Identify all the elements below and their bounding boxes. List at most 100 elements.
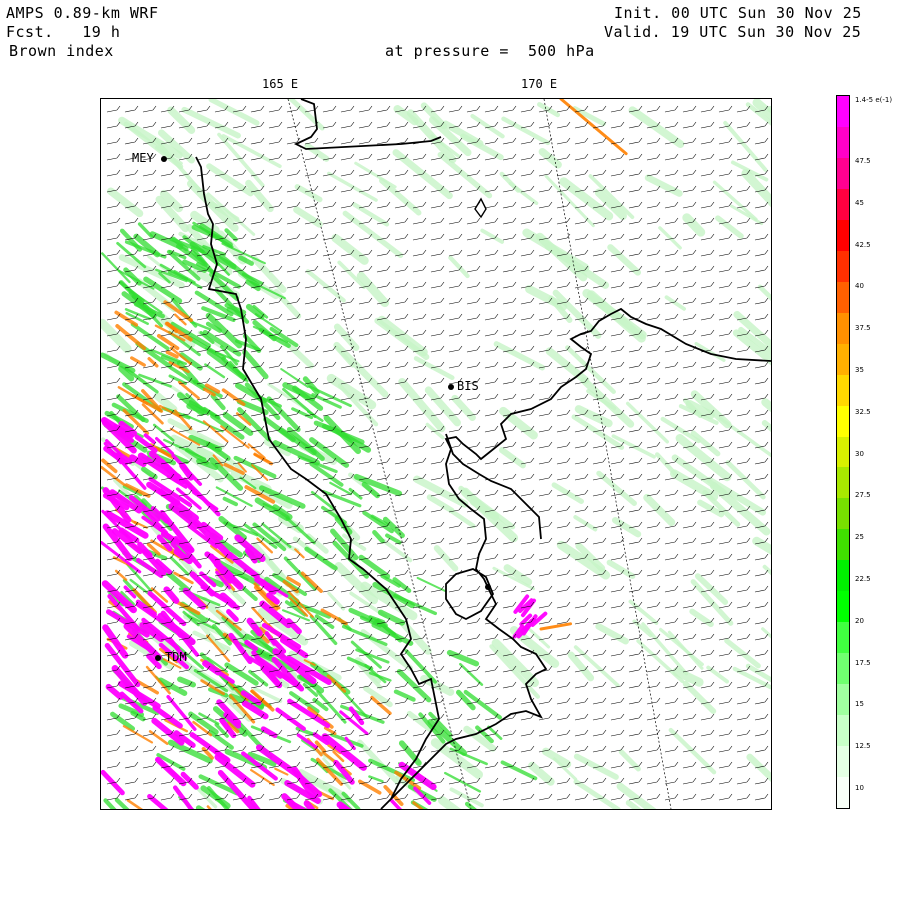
- field-streak: [177, 676, 196, 688]
- wind-barb: [340, 633, 355, 641]
- wind-barb: [700, 633, 715, 641]
- wind-barb: [412, 537, 427, 545]
- wind-barb: [502, 473, 517, 481]
- wind-barb: [628, 777, 643, 785]
- wind-barb: [718, 249, 733, 257]
- wind-barb: [466, 585, 481, 593]
- wind-barb: [484, 329, 499, 337]
- wind-barb: [592, 233, 607, 241]
- field-streak: [544, 242, 610, 289]
- colorbar-tick-label: 35: [855, 366, 864, 374]
- wind-barb: [520, 745, 535, 753]
- wind-barb: [466, 441, 481, 449]
- wind-barb: [556, 169, 571, 177]
- wind-barb: [466, 473, 481, 481]
- wind-barb: [448, 473, 463, 481]
- wind-barb: [664, 681, 679, 689]
- wind-barb: [628, 121, 643, 129]
- wind-barb: [754, 553, 769, 561]
- wind-barb: [736, 409, 751, 417]
- wind-barb: [502, 297, 517, 305]
- wind-barb: [574, 249, 589, 257]
- wind-barb: [502, 201, 517, 209]
- wind-barb: [466, 617, 481, 625]
- wind-barb: [484, 457, 499, 465]
- wind-barb: [430, 665, 445, 673]
- wind-barb: [736, 441, 751, 449]
- wind-barb: [646, 377, 661, 385]
- wind-barb: [646, 265, 661, 273]
- wind-barb: [160, 121, 175, 129]
- wind-barb: [448, 361, 463, 369]
- wind-barb: [430, 521, 445, 529]
- wind-barb: [682, 729, 697, 737]
- wind-barb: [520, 489, 535, 497]
- field-streak: [499, 406, 538, 440]
- wind-barb: [664, 585, 679, 593]
- wind-barb: [700, 793, 715, 801]
- wind-barb: [358, 521, 373, 529]
- field-streak: [331, 233, 369, 265]
- wind-barb: [106, 697, 121, 705]
- colorbar-segment: [837, 281, 849, 314]
- wind-barb: [448, 585, 463, 593]
- wind-barb: [574, 137, 589, 145]
- wind-barb: [466, 457, 481, 465]
- wind-barb: [448, 329, 463, 337]
- field-streak: [163, 586, 180, 604]
- field-streak: [126, 799, 144, 809]
- wind-barb: [106, 121, 121, 129]
- wind-barb: [376, 361, 391, 369]
- wind-barb: [700, 521, 715, 529]
- wind-barb: [214, 185, 229, 193]
- wind-barb: [646, 793, 661, 801]
- wind-barb: [268, 153, 283, 161]
- wind-barb: [682, 105, 697, 113]
- wind-barb: [556, 793, 571, 801]
- wind-barb: [286, 361, 301, 369]
- wind-barb: [412, 425, 427, 433]
- wind-barb: [466, 361, 481, 369]
- wind-barb: [700, 569, 715, 577]
- wind-barb: [628, 281, 643, 289]
- wind-barb: [448, 185, 463, 193]
- wind-barb: [448, 521, 463, 529]
- station-dot-unlabeled: [485, 584, 491, 590]
- wind-barb: [466, 233, 481, 241]
- wind-barb: [682, 521, 697, 529]
- wind-barb: [466, 425, 481, 433]
- wind-barb: [628, 393, 643, 401]
- wind-barb: [682, 361, 697, 369]
- wind-barb: [376, 105, 391, 113]
- wind-barb: [448, 713, 463, 721]
- wind-barb: [106, 217, 121, 225]
- wind-barb: [520, 105, 535, 113]
- wind-barb: [268, 793, 283, 801]
- wind-barb: [646, 473, 661, 481]
- wind-barb: [700, 105, 715, 113]
- wind-barb: [682, 265, 697, 273]
- wind-barb: [448, 105, 463, 113]
- wind-barb: [646, 249, 661, 257]
- wind-barb: [592, 361, 607, 369]
- colorbar-segment: [837, 405, 849, 438]
- init-time: Init. 00 UTC Sun 30 Nov 25: [614, 4, 862, 22]
- wind-barb: [160, 777, 175, 785]
- wind-barb: [538, 201, 553, 209]
- wind-barb: [700, 297, 715, 305]
- wind-barb: [628, 297, 643, 305]
- wind-barb: [700, 265, 715, 273]
- wind-barb: [574, 729, 589, 737]
- wind-barb: [502, 217, 517, 225]
- wind-barb: [142, 185, 157, 193]
- field-streak: [752, 536, 771, 555]
- wind-barb: [160, 745, 175, 753]
- wind-barb: [430, 377, 445, 385]
- wind-barb: [682, 201, 697, 209]
- wind-barb: [592, 713, 607, 721]
- longitude-label-170e: 170 E: [521, 77, 558, 91]
- wind-barb: [268, 377, 283, 385]
- wind-barb: [736, 777, 751, 785]
- wind-barb: [412, 217, 427, 225]
- wind-barb: [610, 761, 625, 769]
